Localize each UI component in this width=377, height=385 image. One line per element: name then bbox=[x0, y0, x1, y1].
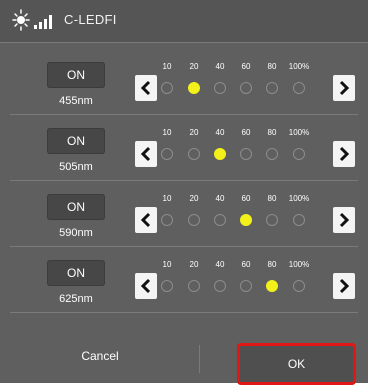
intensity-radio[interactable] bbox=[161, 214, 173, 226]
intensity-tick-label: 80 bbox=[267, 128, 277, 137]
led-signal-icon bbox=[12, 9, 58, 31]
intensity-radio[interactable] bbox=[240, 82, 252, 94]
intensity-radio[interactable] bbox=[293, 82, 305, 94]
intensity-radio[interactable] bbox=[240, 148, 252, 160]
dialog-footer: Cancel OK bbox=[0, 327, 368, 385]
decrease-button[interactable] bbox=[135, 207, 157, 233]
intensity-tick-label: 80 bbox=[267, 260, 277, 269]
intensity-dialog: C-LEDFI ON 455nm 10 20 40 60 80 100% ON 505nm 10 20… bbox=[0, 0, 368, 385]
intensity-radio[interactable] bbox=[161, 148, 173, 160]
intensity-scale: 10 20 40 60 80 100% bbox=[161, 124, 327, 180]
window-edge bbox=[368, 0, 377, 383]
chevron-right-icon bbox=[339, 278, 350, 294]
decrease-button[interactable] bbox=[135, 273, 157, 299]
intensity-radio[interactable] bbox=[266, 148, 278, 160]
channel-row: ON 455nm 10 20 40 60 80 100% bbox=[10, 58, 358, 115]
intensity-radio[interactable] bbox=[293, 280, 305, 292]
intensity-radio[interactable] bbox=[188, 280, 200, 292]
intensity-scale: 10 20 40 60 80 100% bbox=[161, 58, 327, 114]
intensity-radio[interactable] bbox=[188, 214, 200, 226]
intensity-radio[interactable] bbox=[266, 82, 278, 94]
intensity-radio[interactable] bbox=[161, 280, 173, 292]
channel-row: ON 505nm 10 20 40 60 80 100% bbox=[10, 124, 358, 181]
chevron-left-icon bbox=[140, 212, 151, 228]
intensity-scale: 10 20 40 60 80 100% bbox=[161, 190, 327, 246]
wavelength-label: 590nm bbox=[59, 227, 93, 239]
on-toggle-button[interactable]: ON bbox=[47, 128, 105, 154]
channel-row: ON 625nm 10 20 40 60 80 100% bbox=[10, 256, 358, 313]
intensity-tick-label: 100% bbox=[288, 128, 310, 137]
channel-row: ON 590nm 10 20 40 60 80 100% bbox=[10, 190, 358, 247]
intensity-scale: 10 20 40 60 80 100% bbox=[161, 256, 327, 312]
on-toggle-button[interactable]: ON bbox=[47, 62, 105, 88]
increase-button[interactable] bbox=[333, 207, 355, 233]
intensity-tick-label: 80 bbox=[267, 194, 277, 203]
intensity-radio[interactable] bbox=[293, 148, 305, 160]
increase-button[interactable] bbox=[333, 75, 355, 101]
on-toggle-button[interactable]: ON bbox=[47, 194, 105, 220]
intensity-radio[interactable] bbox=[266, 214, 278, 226]
intensity-tick-label: 10 bbox=[162, 62, 172, 71]
cancel-button[interactable]: Cancel bbox=[10, 337, 190, 375]
intensity-tick-label: 100% bbox=[288, 260, 310, 269]
intensity-tick-label: 100% bbox=[288, 194, 310, 203]
increase-button[interactable] bbox=[333, 141, 355, 167]
window-title: C-LEDFI bbox=[64, 12, 117, 27]
chevron-left-icon bbox=[140, 146, 151, 162]
chevron-left-icon bbox=[140, 278, 151, 294]
intensity-radio[interactable] bbox=[214, 82, 226, 94]
decrease-button[interactable] bbox=[135, 75, 157, 101]
wavelength-label: 455nm bbox=[59, 95, 93, 107]
intensity-tick-label: 80 bbox=[267, 62, 277, 71]
intensity-radio[interactable] bbox=[161, 82, 173, 94]
chevron-right-icon bbox=[339, 80, 350, 96]
intensity-tick-label: 10 bbox=[162, 128, 172, 137]
increase-button[interactable] bbox=[333, 273, 355, 299]
chevron-right-icon bbox=[339, 146, 350, 162]
title-bar: C-LEDFI bbox=[0, 0, 368, 43]
chevron-left-icon bbox=[140, 80, 151, 96]
intensity-radio-selected[interactable] bbox=[188, 82, 200, 94]
wavelength-label: 625nm bbox=[59, 293, 93, 305]
intensity-tick-label: 10 bbox=[162, 194, 172, 203]
wavelength-label: 505nm bbox=[59, 161, 93, 173]
intensity-tick-label: 100% bbox=[288, 62, 310, 71]
footer-divider bbox=[199, 345, 200, 373]
intensity-radio-selected[interactable] bbox=[266, 280, 278, 292]
intensity-tick-label: 10 bbox=[162, 260, 172, 269]
intensity-radio[interactable] bbox=[293, 214, 305, 226]
ok-button[interactable]: OK bbox=[237, 343, 356, 385]
decrease-button[interactable] bbox=[135, 141, 157, 167]
intensity-radio[interactable] bbox=[214, 280, 226, 292]
intensity-radio[interactable] bbox=[240, 280, 252, 292]
intensity-radio[interactable] bbox=[214, 214, 226, 226]
intensity-radio-selected[interactable] bbox=[214, 148, 226, 160]
intensity-radio[interactable] bbox=[188, 148, 200, 160]
on-toggle-button[interactable]: ON bbox=[47, 260, 105, 286]
intensity-radio-selected[interactable] bbox=[240, 214, 252, 226]
chevron-right-icon bbox=[339, 212, 350, 228]
